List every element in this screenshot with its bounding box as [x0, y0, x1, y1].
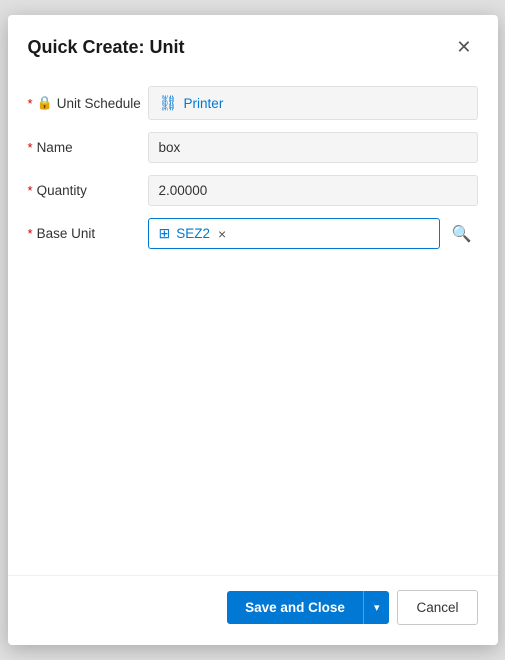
- base-unit-label: * Base Unit: [28, 226, 148, 241]
- base-unit-value-link[interactable]: SEZ2: [176, 226, 210, 241]
- body-spacer: [28, 261, 478, 461]
- quantity-row: * Quantity: [28, 175, 478, 206]
- quantity-label: * Quantity: [28, 183, 148, 198]
- base-unit-row: * Base Unit ⊞ SEZ2 × 🔍: [28, 218, 478, 249]
- cancel-button[interactable]: Cancel: [397, 590, 477, 625]
- required-star: *: [28, 96, 33, 111]
- name-field[interactable]: [148, 132, 478, 163]
- name-row: * Name: [28, 132, 478, 163]
- search-icon: 🔍: [452, 226, 472, 243]
- unit-schedule-entity-icon: ⛓: [159, 94, 178, 112]
- unit-schedule-link[interactable]: Printer: [184, 96, 224, 111]
- quantity-input[interactable]: [148, 175, 478, 206]
- name-input[interactable]: [148, 132, 478, 163]
- unit-schedule-link-container: ⛓ Printer: [148, 86, 478, 120]
- dialog-title: Quick Create: Unit: [28, 37, 185, 58]
- base-unit-field: ⊞ SEZ2 × 🔍: [148, 218, 478, 249]
- dialog-body: * 🔒 Unit Schedule ⛓ Printer * Name: [8, 76, 498, 575]
- base-unit-input-container[interactable]: ⊞ SEZ2 ×: [148, 218, 440, 249]
- unit-schedule-label: * 🔒 Unit Schedule: [28, 95, 148, 111]
- base-unit-required-star: *: [28, 226, 33, 241]
- close-button[interactable]: ✕: [450, 33, 477, 62]
- dialog-footer: Save and Close ▾ Cancel: [8, 575, 498, 645]
- unit-schedule-row: * 🔒 Unit Schedule ⛓ Printer: [28, 86, 478, 120]
- name-label: * Name: [28, 140, 148, 155]
- chevron-down-icon: ▾: [374, 601, 380, 614]
- unit-schedule-field: ⛓ Printer: [148, 86, 478, 120]
- close-icon: ✕: [456, 37, 471, 58]
- dialog-header: Quick Create: Unit ✕: [8, 15, 498, 76]
- lock-icon: 🔒: [37, 95, 53, 111]
- quantity-field[interactable]: [148, 175, 478, 206]
- base-unit-search-button[interactable]: 🔍: [446, 220, 478, 248]
- base-unit-clear-button[interactable]: ×: [218, 226, 226, 242]
- base-unit-wrapper: ⊞ SEZ2 × 🔍: [148, 218, 478, 249]
- save-dropdown-button[interactable]: ▾: [363, 591, 390, 624]
- quantity-required-star: *: [28, 183, 33, 198]
- save-button-group: Save and Close ▾: [227, 591, 389, 624]
- save-and-close-button[interactable]: Save and Close: [227, 591, 363, 624]
- base-unit-entity-icon: ⊞: [159, 225, 171, 242]
- name-required-star: *: [28, 140, 33, 155]
- quick-create-dialog: Quick Create: Unit ✕ * 🔒 Unit Schedule ⛓…: [8, 15, 498, 645]
